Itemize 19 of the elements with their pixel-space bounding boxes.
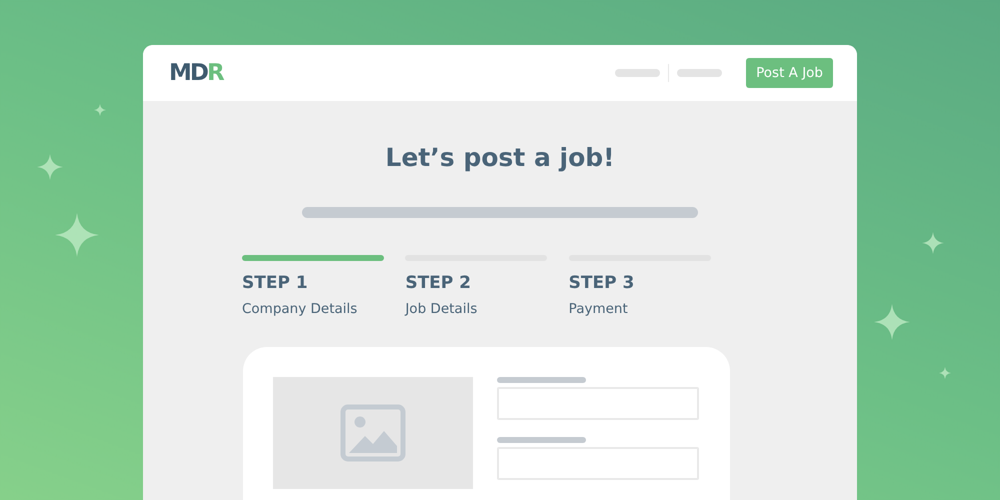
sparkle-icon [37,154,63,180]
sparkle-icon [939,367,951,379]
logo: MDR [169,58,223,88]
step-label: STEP 3 [568,272,636,293]
sparkle-icon [94,104,106,116]
step-name: Company Details [242,300,358,319]
step-progress-bar[interactable] [242,254,384,260]
sparkle-icon [874,304,910,340]
step-name: Job Details [405,300,478,319]
step-label: STEP 1 [242,272,309,293]
post-job-button[interactable]: Post A Job [746,58,833,88]
sparkle-icon [922,232,944,254]
step-label: STEP 2 [405,272,472,293]
nav-placeholder[interactable] [615,69,660,77]
sparkle-icon [55,213,99,257]
image-icon [340,404,406,462]
page-title: Let’s post a job! [384,142,616,174]
nav-placeholder[interactable] [677,69,722,77]
step-name: Payment [568,300,629,319]
